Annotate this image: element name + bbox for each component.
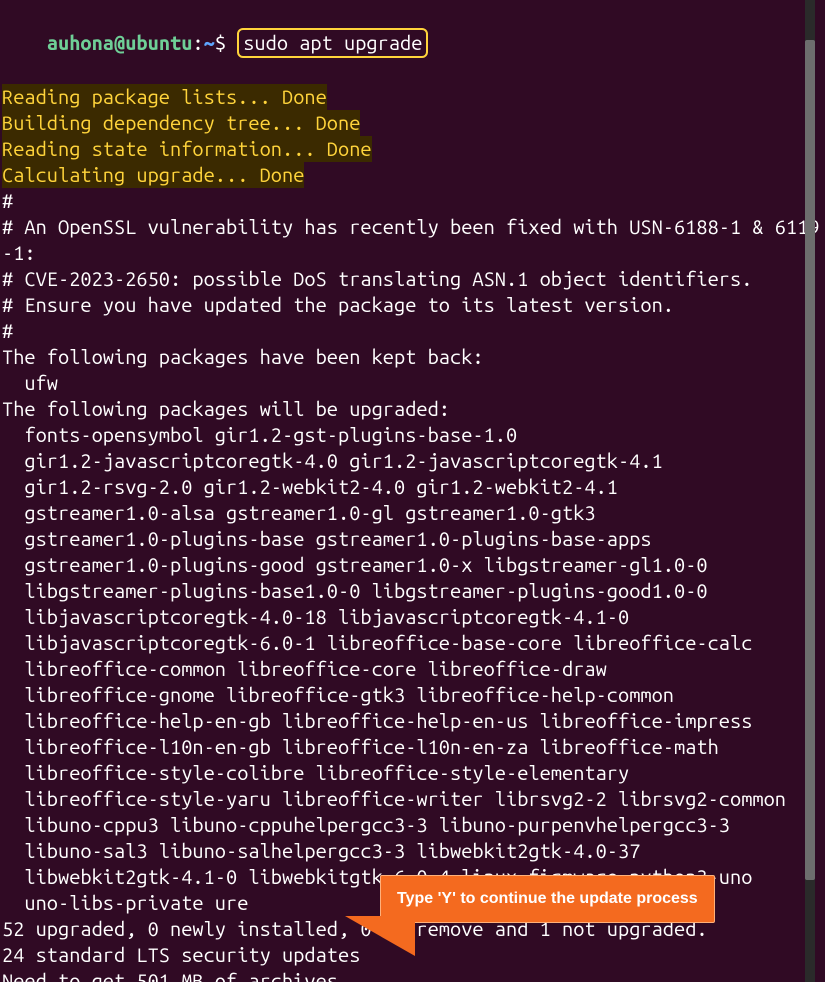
upgrade-line: libgstreamer-plugins-base1.0-0 libgstrea… xyxy=(2,578,815,604)
upgrade-line: fonts-opensymbol gir1.2-gst-plugins-base… xyxy=(2,422,815,448)
prompt-dollar: $ xyxy=(215,31,237,54)
upgrade-line: libreoffice-l10n-en-gb libreoffice-l10n-… xyxy=(2,734,815,760)
summary-line: Need to get 501 MB of archives. xyxy=(2,968,815,982)
notice-line: # An OpenSSL vulnerability has recently … xyxy=(2,214,815,240)
prompt-at: @ xyxy=(114,31,125,54)
upgrade-line: gstreamer1.0-alsa gstreamer1.0-gl gstrea… xyxy=(2,500,815,526)
prompt-path: ~ xyxy=(204,31,215,54)
progress-line: Calculating upgrade... Done xyxy=(2,162,304,188)
upgrade-line: libreoffice-help-en-gb libreoffice-help-… xyxy=(2,708,815,734)
upgrade-line: uno-libs-private ure xyxy=(2,890,815,916)
upgrade-line: libuno-cppu3 libuno-cppuhelpergcc3-3 lib… xyxy=(2,812,815,838)
upgrade-line: libreoffice-style-colibre libreoffice-st… xyxy=(2,760,815,786)
terminal-window[interactable]: auhona@ubuntu:~$ sudo apt upgrade Readin… xyxy=(0,0,815,982)
notice-line: # CVE-2023-2650: possible DoS translatin… xyxy=(2,266,815,292)
upgrade-line: libjavascriptcoregtk-6.0-1 libreoffice-b… xyxy=(2,630,815,656)
prompt-line: auhona@ubuntu:~$ sudo apt upgrade xyxy=(2,2,815,84)
progress-line: Reading package lists... Done xyxy=(2,84,327,110)
upgrade-header: The following packages will be upgraded: xyxy=(2,396,815,422)
command-text: sudo apt upgrade xyxy=(243,31,422,54)
notice-line: -1: xyxy=(2,240,815,266)
scrollbar-track[interactable] xyxy=(805,0,815,982)
upgrade-line: libwebkit2gtk-4.1-0 libwebkitgtk-6.0-4 l… xyxy=(2,864,815,890)
prompt-user: auhona xyxy=(47,31,114,54)
summary-line: 24 standard LTS security updates xyxy=(2,942,815,968)
prompt-colon: : xyxy=(192,31,203,54)
upgrade-line: libreoffice-gnome libreoffice-gtk3 libre… xyxy=(2,682,815,708)
kept-back-header: The following packages have been kept ba… xyxy=(2,344,815,370)
upgrade-line: libreoffice-style-yaru libreoffice-write… xyxy=(2,786,815,812)
upgrade-line: gir1.2-javascriptcoregtk-4.0 gir1.2-java… xyxy=(2,448,815,474)
notice-line: # Ensure you have updated the package to… xyxy=(2,292,815,318)
notice-line: # xyxy=(2,188,815,214)
upgrade-line: libjavascriptcoregtk-4.0-18 libjavascrip… xyxy=(2,604,815,630)
upgrade-line: gstreamer1.0-plugins-good gstreamer1.0-x… xyxy=(2,552,815,578)
upgrade-line: libreoffice-common libreoffice-core libr… xyxy=(2,656,815,682)
command-highlight-box: sudo apt upgrade xyxy=(237,28,428,58)
kept-back-list: ufw xyxy=(2,370,815,396)
prompt-host: ubuntu xyxy=(125,31,192,54)
progress-line: Reading state information... Done xyxy=(2,136,372,162)
upgrade-line: gstreamer1.0-plugins-base gstreamer1.0-p… xyxy=(2,526,815,552)
upgrade-line: gir1.2-rsvg-2.0 gir1.2-webkit2-4.0 gir1.… xyxy=(2,474,815,500)
scrollbar-thumb[interactable] xyxy=(805,40,815,880)
notice-line: # xyxy=(2,318,815,344)
summary-line: 52 upgraded, 0 newly installed, 0 to rem… xyxy=(2,916,815,942)
progress-line: Building dependency tree... Done xyxy=(2,110,360,136)
upgrade-line: libuno-sal3 libuno-salhelpergcc3-3 libwe… xyxy=(2,838,815,864)
